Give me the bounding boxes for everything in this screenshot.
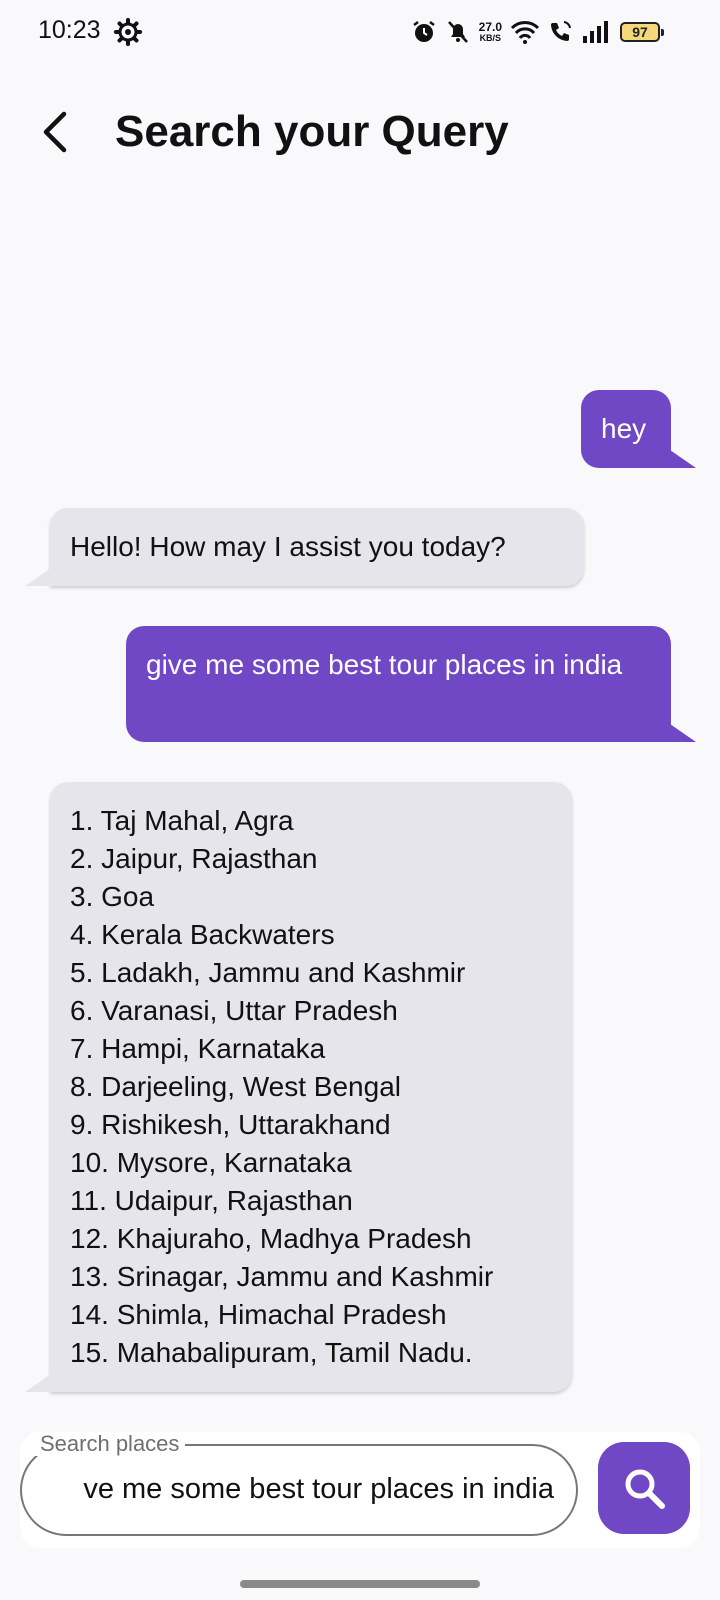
network-speed-unit: KB/S <box>479 33 502 43</box>
app-bar: Search your Query <box>0 80 720 184</box>
alarm-icon <box>412 21 435 42</box>
back-arrow-icon <box>43 111 67 153</box>
bot-message-bubble: Hello! How may I assist you today? <box>50 508 584 586</box>
home-indicator[interactable] <box>240 1580 480 1588</box>
bot-message-text: 1. Taj Mahal, Agra 2. Jaipur, Rajasthan … <box>70 805 494 1368</box>
search-label: Search places <box>34 1432 186 1456</box>
input-area: ve me some best tour places in india Sea… <box>20 1432 700 1548</box>
network-speed: 27.0 KB/S <box>479 21 502 43</box>
user-message-bubble: give me some best tour places in india <box>126 626 671 742</box>
user-message-text: hey <box>601 413 647 444</box>
search-icon <box>625 1469 665 1509</box>
wifi-calling-icon <box>551 21 571 41</box>
cellular-signal-icon <box>583 21 608 43</box>
network-speed-value: 27.0 <box>478 20 502 34</box>
search-button[interactable] <box>598 1442 690 1534</box>
back-button[interactable] <box>30 100 80 164</box>
status-bar: 10:23 27.0 KB/S 97 <box>0 0 720 64</box>
wifi-icon <box>510 21 540 44</box>
bubble-tail <box>25 568 51 586</box>
bot-message-bubble: 1. Taj Mahal, Agra 2. Jaipur, Rajasthan … <box>50 782 572 1392</box>
bubble-tail <box>25 1374 51 1392</box>
gear-icon <box>114 18 142 46</box>
bot-message-text: Hello! How may I assist you today? <box>70 531 506 562</box>
search-input-value[interactable]: ve me some best tour places in india <box>83 1467 554 1511</box>
bubble-tail <box>670 724 696 742</box>
bubble-tail <box>670 450 696 468</box>
status-time: 10:23 <box>38 16 101 44</box>
page-title: Search your Query <box>115 107 509 156</box>
mute-notifications-icon <box>447 21 468 43</box>
status-icons: 27.0 KB/S 97 <box>411 14 664 50</box>
battery-level: 97 <box>632 24 648 40</box>
user-message-text: give me some best tour places in india <box>146 649 623 680</box>
user-message-bubble: hey <box>581 390 671 468</box>
battery-indicator: 97 <box>620 22 664 42</box>
search-input[interactable]: ve me some best tour places in india <box>20 1444 578 1536</box>
